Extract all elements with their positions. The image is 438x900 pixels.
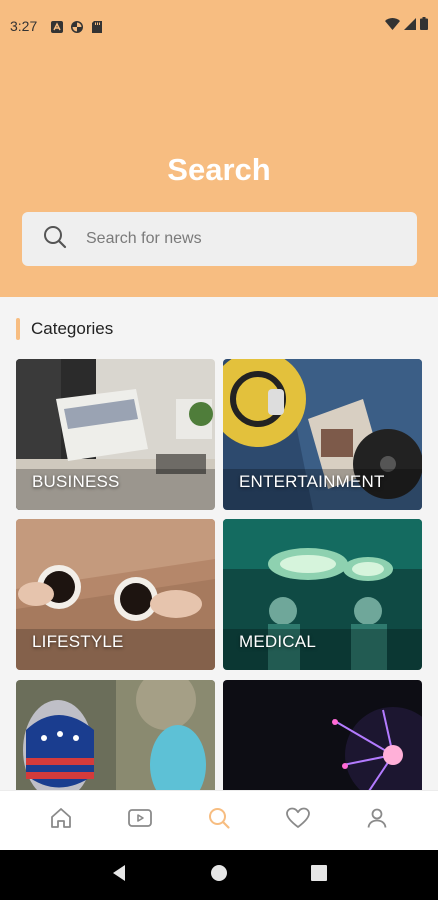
category-label: LIFESTYLE xyxy=(32,632,124,651)
wifi-icon xyxy=(385,17,400,35)
a-icon xyxy=(51,20,64,33)
notification-icons xyxy=(51,20,103,33)
category-card-entertainment[interactable]: ENTERTAINMENT xyxy=(223,359,422,510)
categories-title: Categories xyxy=(31,319,114,338)
masks-image xyxy=(16,680,215,790)
category-label: MEDICAL xyxy=(239,632,316,651)
nav-profile[interactable] xyxy=(355,799,399,843)
nav-favorites[interactable] xyxy=(276,799,320,843)
search-bar[interactable] xyxy=(22,212,417,266)
header: 3:27 Search xyxy=(0,0,438,297)
system-nav-bar xyxy=(0,850,438,900)
category-grid: BUSINESS ENTERTAINMENT LIFESTYLE MEDICAL xyxy=(16,359,422,790)
search-input[interactable] xyxy=(86,230,386,248)
page-title: Search xyxy=(167,152,271,187)
video-icon xyxy=(127,806,153,835)
heart-icon xyxy=(285,806,311,835)
status-bar: 3:27 xyxy=(0,0,438,52)
home-icon xyxy=(49,806,73,835)
sd-card-icon xyxy=(91,20,103,33)
category-card-lifestyle[interactable]: LIFESTYLE xyxy=(16,519,215,670)
category-label: ENTERTAINMENT xyxy=(239,472,385,491)
search-icon xyxy=(207,806,231,835)
nav-search[interactable] xyxy=(197,799,241,843)
category-card-business[interactable]: BUSINESS xyxy=(16,359,215,510)
bottom-nav xyxy=(0,790,438,850)
categories-header: Categories xyxy=(16,318,113,340)
category-label: BUSINESS xyxy=(32,472,120,491)
signal-icon xyxy=(404,17,416,35)
person-icon xyxy=(365,806,389,835)
category-card-5[interactable] xyxy=(16,680,215,790)
status-time: 3:27 xyxy=(10,18,38,34)
nav-home[interactable] xyxy=(39,799,83,843)
recents-icon[interactable] xyxy=(310,864,327,886)
category-card-medical[interactable]: MEDICAL xyxy=(223,519,422,670)
system-status-icons xyxy=(385,17,428,35)
home-circle-icon[interactable] xyxy=(210,864,228,887)
pinwheel-icon xyxy=(71,20,84,33)
nav-video[interactable] xyxy=(118,799,162,843)
back-icon[interactable] xyxy=(111,864,127,887)
search-icon xyxy=(42,224,68,255)
plasma-image xyxy=(223,680,422,790)
category-card-6[interactable] xyxy=(223,680,422,790)
accent-bar xyxy=(16,318,20,340)
battery-icon xyxy=(420,17,428,35)
